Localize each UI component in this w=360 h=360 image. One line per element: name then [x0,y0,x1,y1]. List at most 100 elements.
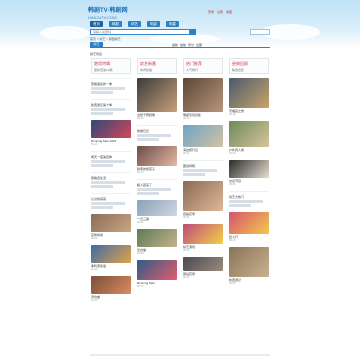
column-header[interactable]: 热门推荐 人气排行 [183,58,223,74]
column-header[interactable]: 跑男特辑 更新至第12期 [91,58,131,74]
list-item-title[interactable]: 家族诞生新一季 [91,82,131,86]
list-item[interactable]: 认识的哥哥 [91,193,131,209]
column-header[interactable]: 经典回顾 精选合集 [229,58,269,74]
video-thumbnail[interactable] [183,257,223,271]
video-thumbnail[interactable] [183,224,223,244]
video-card[interactable]: 四人行 08-18 [229,212,269,242]
video-thumbnail[interactable] [137,229,177,247]
video-card[interactable]: 花样青春 08-30 [91,214,131,240]
video-thumbnail[interactable] [183,181,223,211]
login-link[interactable]: 登录 [208,10,214,14]
list-item-title[interactable]: 我独自生活 [91,176,131,180]
video-card[interactable]: 一日三餐 09-02 [137,200,177,224]
video-thumbnail[interactable] [91,276,131,294]
search-button[interactable] [190,29,196,42]
video-date: 09-09 [229,152,236,155]
search-input[interactable] [90,29,190,35]
column-header[interactable]: 综艺新番 本周热播 [137,58,177,74]
video-thumbnail[interactable] [91,214,131,232]
list-item[interactable]: 新婚日记 [137,125,177,141]
video-thumbnail[interactable] [91,120,131,138]
video-thumbnail[interactable] [229,212,269,234]
list-item[interactable]: 超人回来了 [137,179,177,195]
list-item-title[interactable]: 新婚日记 [137,129,177,133]
placeholder-line [91,108,125,111]
video-card[interactable]: Running Man 08-15 [137,260,177,288]
placeholder-line [229,204,251,207]
page: 韩剧TV·韩剧网 HANJUTV.COM 登录 注册 收藏 首页 韩剧 综艺 电… [0,0,360,360]
content-column: 热门推荐人气排行明星写真合集 09-19 海边旅行记 09-11 团综特辑自拍花絮 08-… [183,58,223,284]
video-card[interactable]: 新西游记 08-06 [229,247,269,285]
register-link[interactable]: 注册 [217,10,223,14]
video-thumbnail[interactable] [137,78,177,112]
video-thumbnail[interactable] [183,125,223,147]
list-item-title[interactable]: 综艺大热门 [229,195,269,199]
video-date: 08-29 [229,183,236,186]
video-card[interactable]: 孝利家民宿 08-22 [91,245,131,271]
nav-item-stars[interactable]: 明星 [166,21,179,27]
list-item-title[interactable]: 超人回来了 [137,183,177,187]
nav-item-dramas[interactable]: 韩剧 [109,21,122,27]
list-item-title[interactable]: 认识的哥哥 [91,197,131,201]
placeholder-line [183,169,217,172]
secondary-search-box[interactable] [250,29,270,35]
video-date: 08-28 [137,252,144,255]
list-item[interactable]: 两天一夜第四季 [91,151,131,167]
video-card[interactable]: 尹食堂 08-10 [91,276,131,302]
video-thumbnail[interactable] [229,160,269,178]
content-column: 经典回顾 精选合集景福宫之旅 09-18 户外真人秀 09-09 访谈节目 08-29 综艺大… [229,58,269,290]
video-card[interactable]: 海边旅行记 09-11 [183,125,223,155]
video-card[interactable]: 我家的熊孩子 09-12 [137,146,177,174]
list-item[interactable]: 家族诞生新一季 [91,78,131,94]
video-thumbnail[interactable] [229,121,269,147]
cloud-decoration [40,26,90,40]
list-item[interactable]: 综艺大热门 [229,191,269,207]
list-item-title[interactable]: 两天一夜第四季 [91,155,131,159]
placeholder-line [183,173,205,176]
video-date: 09-11 [183,152,190,155]
content-column: 跑男特辑 更新至第12期家族诞生新一季 新西游记第十季 Running Man 202… [91,58,131,307]
placeholder-line [91,185,113,188]
video-card[interactable]: 综艺游戏 08-20 [183,224,223,252]
column-subtitle: 人气排行 [186,68,199,72]
column-title: 热门推荐 [186,61,202,66]
video-thumbnail[interactable] [91,245,131,263]
list-item-title[interactable]: 团综特辑 [183,164,223,168]
placeholder-line [137,192,159,195]
favorite-link[interactable]: 收藏 [226,10,232,14]
placeholder-line [91,202,125,205]
list-item[interactable]: 新西游记第十季 [91,99,131,115]
video-card[interactable]: 自拍花絮 08-31 [183,181,223,219]
video-card[interactable]: 景福宫之旅 09-18 [229,78,269,116]
placeholder-line [91,160,125,163]
video-card[interactable]: 户外真人秀 09-09 [229,121,269,155]
video-thumbnail[interactable] [229,247,269,277]
placeholder-line [137,134,171,137]
video-thumbnail[interactable] [183,78,223,112]
filter-divider [90,47,270,48]
list-item-title[interactable]: 新西游记第十季 [91,103,131,107]
video-card[interactable]: 全知干预视角 09-20 [137,78,177,120]
video-thumbnail[interactable] [137,260,177,280]
site-logo-subtitle: HANJUTV.COM [88,15,117,20]
nav-item-movies[interactable]: 电影 [147,21,160,27]
video-date: 09-02 [137,221,144,224]
video-card[interactable]: 明星写真合集 09-19 [183,78,223,120]
video-date: 09-21 [91,143,98,146]
video-thumbnail[interactable] [229,78,269,108]
video-card[interactable]: 访谈节目 08-29 [229,160,269,186]
video-card[interactable]: Running Man 2023 09-21 [91,120,131,146]
list-item[interactable]: 我独自生活 [91,172,131,188]
video-card[interactable]: 幕后花絮 08-12 [183,257,223,279]
nav-item-variety[interactable]: 综艺 [128,21,141,27]
search-bar [90,29,270,42]
video-thumbnail[interactable] [137,146,177,166]
video-thumbnail[interactable] [137,200,177,216]
list-item[interactable]: 团综特辑 [183,160,223,176]
video-date: 08-15 [137,285,144,288]
video-date: 08-06 [229,282,236,285]
search-icon [190,36,196,42]
placeholder-line [91,181,125,184]
nav-item-home[interactable]: 首页 [90,21,103,27]
video-card[interactable]: 姜食堂 08-28 [137,229,177,255]
